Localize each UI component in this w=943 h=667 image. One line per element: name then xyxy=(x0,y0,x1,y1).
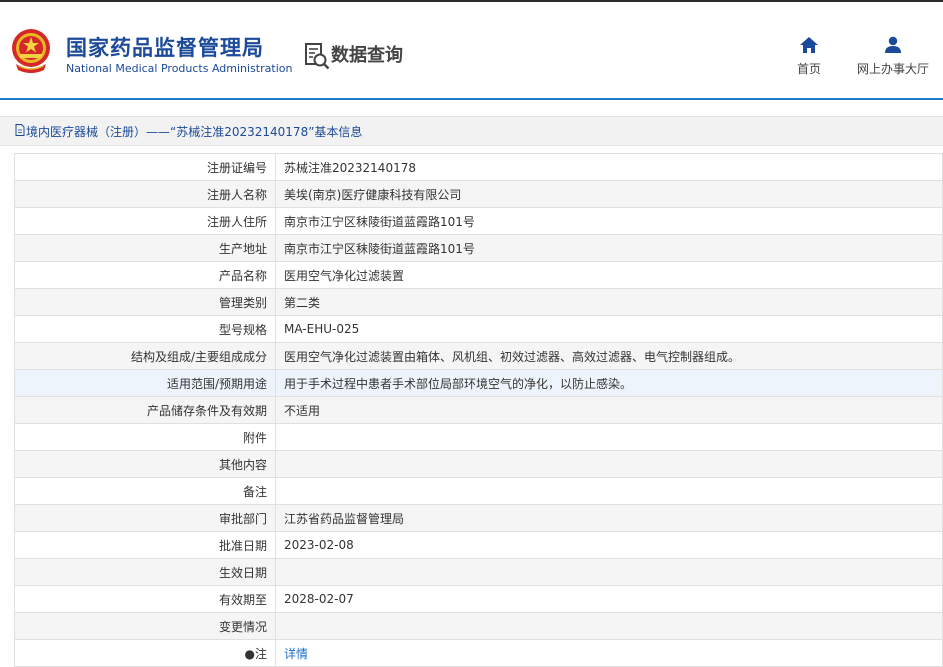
table-row: 变更情况 xyxy=(14,612,943,640)
home-icon xyxy=(800,37,818,53)
nav-online-service-hall[interactable]: 网上办事大厅 xyxy=(852,36,934,77)
table-row: ●注 详情 xyxy=(14,639,943,667)
row-value xyxy=(275,612,943,640)
row-value: 美埃(南京)医疗健康科技有限公司 xyxy=(275,180,943,208)
nav-online-service-label: 网上办事大厅 xyxy=(856,62,929,76)
table-row: 产品储存条件及有效期 不适用 xyxy=(14,396,943,424)
table-row: 注册人住所 南京市江宁区秣陵街道蓝霞路101号 xyxy=(14,207,943,235)
row-label: 生产地址 xyxy=(14,234,276,262)
breadcrumb: 境内医疗器械（注册）——“苏械注准20232140178”基本信息 xyxy=(0,116,943,146)
row-value: 南京市江宁区秣陵街道蓝霞路101号 xyxy=(275,207,943,235)
document-icon xyxy=(15,124,25,136)
data-query-icon xyxy=(305,43,330,70)
row-value: 第二类 xyxy=(275,288,943,316)
table-row: 生产地址 南京市江宁区秣陵街道蓝霞路101号 xyxy=(14,234,943,262)
row-value: 医用空气净化过滤装置 xyxy=(275,261,943,289)
table-row: 适用范围/预期用途 用于手术过程中患者手术部位局部环境空气的净化，以防止感染。 xyxy=(14,369,943,397)
table-row: 型号规格 MA-EHU-025 xyxy=(14,315,943,343)
row-label: 有效期至 xyxy=(14,585,276,613)
national-emblem-icon xyxy=(12,29,50,73)
table-row: 附件 xyxy=(14,423,943,451)
row-label: 注册人名称 xyxy=(14,180,276,208)
table-row: 注册人名称 美埃(南京)医疗健康科技有限公司 xyxy=(14,180,943,208)
user-icon xyxy=(885,36,901,53)
row-label: 适用范围/预期用途 xyxy=(14,369,276,397)
header-divider xyxy=(0,98,943,100)
row-value xyxy=(275,558,943,586)
row-value: 南京市江宁区秣陵街道蓝霞路101号 xyxy=(275,234,943,262)
row-label: 产品储存条件及有效期 xyxy=(14,396,276,424)
row-value: 2028-02-07 xyxy=(275,585,943,613)
row-label: ●注 xyxy=(14,639,276,667)
row-value xyxy=(275,423,943,451)
nav-home[interactable]: 首页 xyxy=(790,36,828,77)
row-label: 型号规格 xyxy=(14,315,276,343)
nav-home-label: 首页 xyxy=(796,62,821,76)
row-value: 详情 xyxy=(275,639,943,667)
table-row: 结构及组成/主要组成成分 医用空气净化过滤装置由箱体、风机组、初效过滤器、高效过… xyxy=(14,342,943,370)
row-label: 备注 xyxy=(14,477,276,505)
row-value: 江苏省药品监督管理局 xyxy=(275,504,943,532)
row-label: 注册人住所 xyxy=(14,207,276,235)
table-row: 备注 xyxy=(14,477,943,505)
row-label: 注册证编号 xyxy=(14,153,276,181)
table-row: 管理类别 第二类 xyxy=(14,288,943,316)
row-label: 管理类别 xyxy=(14,288,276,316)
row-label: 结构及组成/主要组成成分 xyxy=(14,342,276,370)
row-value: 医用空气净化过滤装置由箱体、风机组、初效过滤器、高效过滤器、电气控制器组成。 xyxy=(275,342,943,370)
table-row: 其他内容 xyxy=(14,450,943,478)
device-info-table: 注册证编号 苏械注准20232140178 注册人名称 美埃(南京)医疗健康科技… xyxy=(14,153,943,667)
table-row: 生效日期 xyxy=(14,558,943,586)
table-row: 有效期至 2028-02-07 xyxy=(14,585,943,613)
row-label: 其他内容 xyxy=(14,450,276,478)
row-value: 苏械注准20232140178 xyxy=(275,153,943,181)
table-row: 批准日期 2023-02-08 xyxy=(14,531,943,559)
breadcrumb-text: 境内医疗器械（注册）——“苏械注准20232140178”基本信息 xyxy=(26,125,363,139)
row-label: 生效日期 xyxy=(14,558,276,586)
details-link[interactable]: 详情 xyxy=(284,647,308,661)
row-label: 变更情况 xyxy=(14,612,276,640)
row-label: 批准日期 xyxy=(14,531,276,559)
row-value: 用于手术过程中患者手术部位局部环境空气的净化，以防止感染。 xyxy=(275,369,943,397)
row-value: 2023-02-08 xyxy=(275,531,943,559)
row-value: MA-EHU-025 xyxy=(275,315,943,343)
row-value xyxy=(275,477,943,505)
table-row: 注册证编号 苏械注准20232140178 xyxy=(14,153,943,181)
site-header: 国家药品监督管理局 National Medical Products Admi… xyxy=(0,2,943,98)
row-label: 审批部门 xyxy=(14,504,276,532)
table-row: 审批部门 江苏省药品监督管理局 xyxy=(14,504,943,532)
data-query-title: 数据查询 xyxy=(331,45,403,66)
row-value xyxy=(275,450,943,478)
row-label: 附件 xyxy=(14,423,276,451)
row-label: 产品名称 xyxy=(14,261,276,289)
row-value: 不适用 xyxy=(275,396,943,424)
table-row: 产品名称 医用空气净化过滤装置 xyxy=(14,261,943,289)
site-title-cn: 国家药品监督管理局 xyxy=(66,36,264,60)
site-title-en: National Medical Products Administration xyxy=(66,62,293,75)
